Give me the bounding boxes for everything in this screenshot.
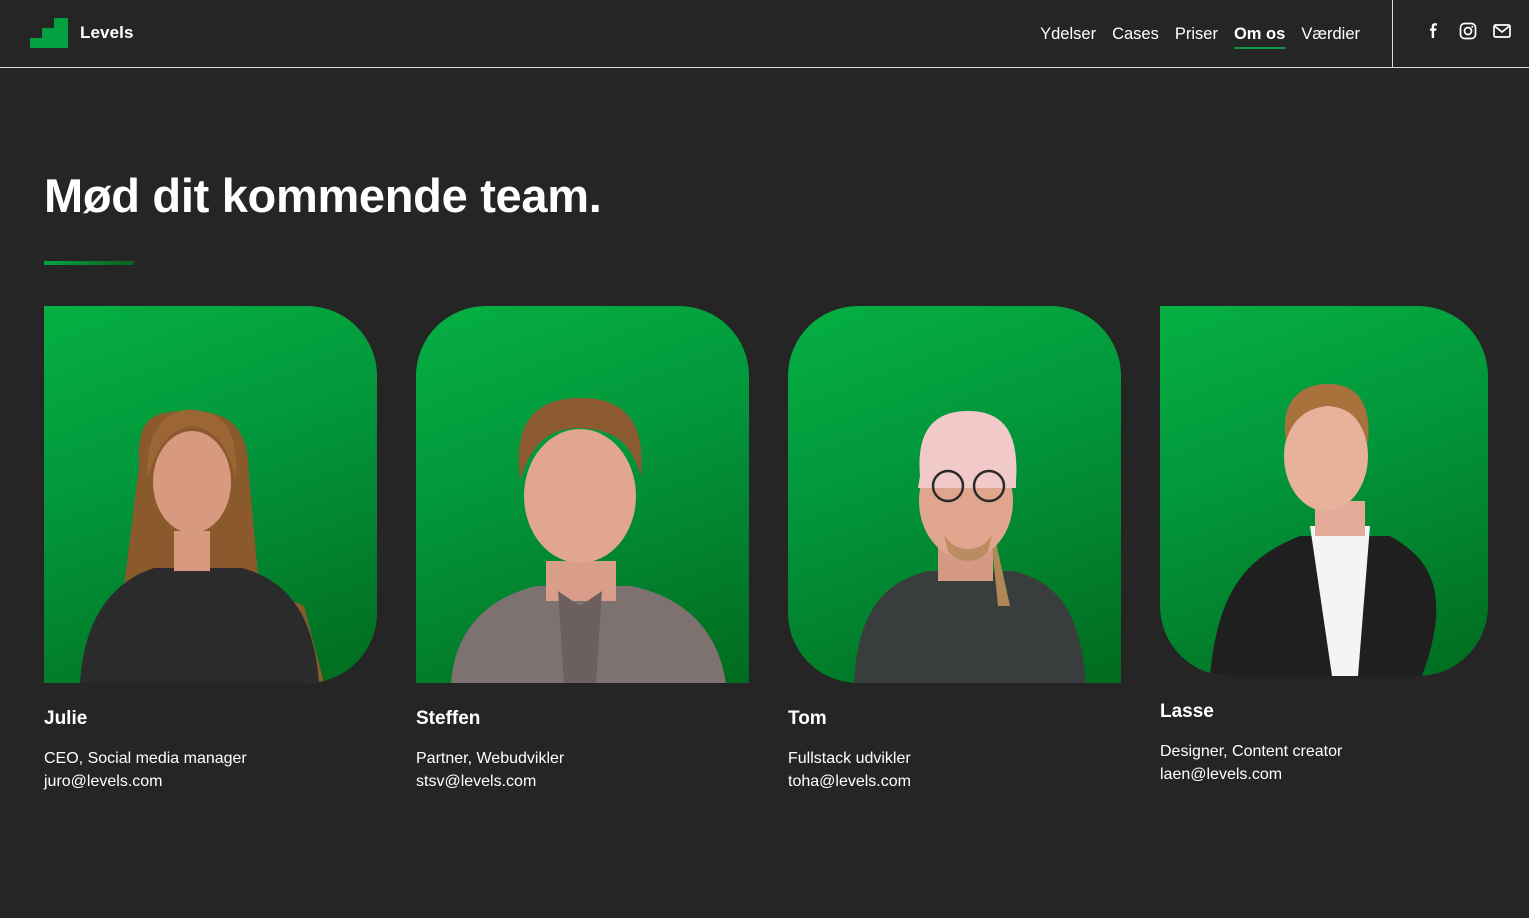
team-member-role: Designer, Content creator bbox=[1160, 743, 1343, 760]
nav-item-ydelser[interactable]: Ydelser bbox=[1040, 24, 1096, 44]
instagram-icon[interactable] bbox=[1458, 21, 1478, 41]
facebook-icon[interactable] bbox=[1424, 21, 1444, 41]
team-card: Tom Fullstack udvikler toha@levels.com bbox=[788, 306, 1121, 793]
team-member-email[interactable]: stsv@levels.com bbox=[416, 770, 749, 793]
team-member-email[interactable]: laen@levels.com bbox=[1160, 763, 1493, 786]
team-photo bbox=[416, 306, 749, 683]
team-member-email[interactable]: juro@levels.com bbox=[44, 770, 377, 793]
nav-item-vaerdier[interactable]: Værdier bbox=[1301, 24, 1360, 44]
logo-link[interactable]: Levels bbox=[30, 18, 134, 48]
team-member-role: Partner, Webudvikler bbox=[416, 750, 565, 767]
page-title: Mød dit kommende team. bbox=[44, 169, 602, 222]
levels-logo-icon bbox=[30, 18, 68, 48]
team-member-name: Tom bbox=[788, 708, 827, 729]
nav-item-cases[interactable]: Cases bbox=[1112, 24, 1159, 44]
team-member-role: CEO, Social media manager bbox=[44, 750, 247, 767]
team-member-name: Julie bbox=[44, 708, 88, 729]
team-photo bbox=[788, 306, 1121, 683]
team-member-name: Lasse bbox=[1160, 701, 1214, 722]
top-navigation-bar: Levels Ydelser Cases Priser Om os Værdie… bbox=[0, 0, 1529, 68]
title-underline bbox=[44, 261, 134, 265]
brand-name: Levels bbox=[80, 23, 134, 42]
social-links bbox=[1424, 21, 1512, 41]
team-photo bbox=[1160, 306, 1488, 676]
team-card: Steffen Partner, Webudvikler stsv@levels… bbox=[416, 306, 749, 793]
nav-item-om-os[interactable]: Om os bbox=[1233, 24, 1286, 49]
team-member-email[interactable]: toha@levels.com bbox=[788, 770, 1121, 793]
header-divider bbox=[1392, 0, 1393, 67]
team-card: Julie CEO, Social media manager juro@lev… bbox=[44, 306, 377, 793]
team-card: Lasse Designer, Content creator laen@lev… bbox=[1160, 306, 1493, 786]
mail-icon[interactable] bbox=[1492, 21, 1512, 41]
nav-item-priser[interactable]: Priser bbox=[1175, 24, 1218, 44]
team-photo bbox=[44, 306, 377, 683]
main-nav: Ydelser Cases Priser Om os Værdier bbox=[1040, 0, 1360, 67]
team-member-role: Fullstack udvikler bbox=[788, 750, 911, 767]
team-member-name: Steffen bbox=[416, 708, 481, 729]
